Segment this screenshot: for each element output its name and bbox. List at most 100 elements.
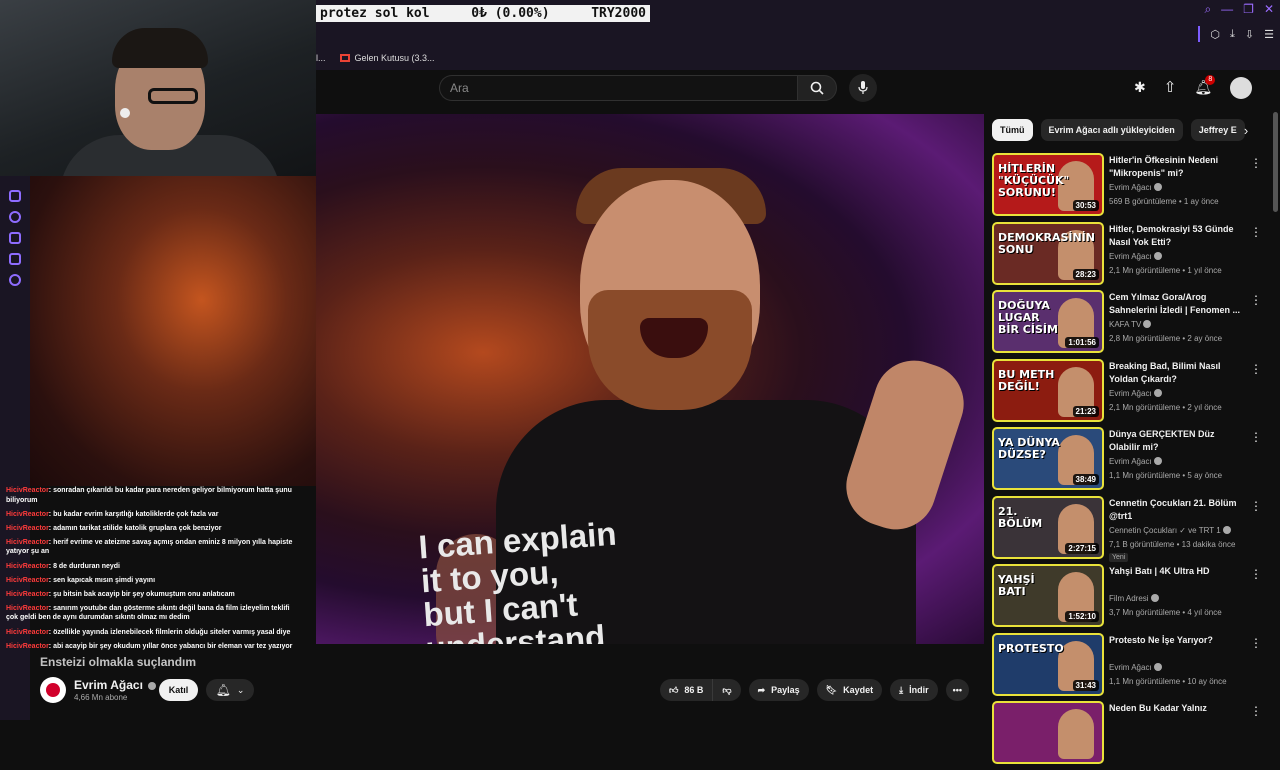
- channel-name[interactable]: Film Adresi: [1109, 594, 1159, 603]
- notifications-button[interactable]: 🔔︎ 8: [1194, 74, 1216, 96]
- video-thumbnail[interactable]: PROTESTO 31:43: [992, 632, 1104, 696]
- video-title[interactable]: Yahşi Batı | 4K Ultra HD: [1109, 565, 1241, 578]
- thumbnail-text: DEMOKRASİNİN SONU: [998, 230, 1095, 256]
- more-vertical-icon[interactable]: ⋮: [1250, 636, 1262, 650]
- filter-chip[interactable]: Jeffrey E: [1190, 119, 1245, 141]
- chat-username[interactable]: HicivReactor: [6, 487, 49, 494]
- grid-icon[interactable]: [9, 190, 21, 202]
- video-thumbnail[interactable]: 21. BÖLÜM 2:27:15: [992, 495, 1104, 559]
- video-title[interactable]: Hitler, Demokrasiyi 53 Günde Nasıl Yok E…: [1109, 223, 1241, 249]
- more-vertical-icon[interactable]: ⋮: [1250, 567, 1262, 581]
- search-icon[interactable]: ⌕: [1204, 2, 1211, 17]
- minimize-icon[interactable]: —: [1221, 2, 1233, 17]
- recommendation-item[interactable]: DEMOKRASİNİN SONU 28:23 Hitler, Demokrasiy…: [992, 221, 1264, 291]
- clock-icon[interactable]: [9, 211, 21, 223]
- video-thumbnail[interactable]: YAHŞİ BATI 1:52:10: [992, 564, 1104, 627]
- subscribe-bell-button[interactable]: 🔔︎ ⌄: [206, 679, 254, 701]
- downloads-icon[interactable]: ⇩: [1245, 28, 1254, 41]
- chat-username[interactable]: HicivReactor: [6, 605, 49, 612]
- dislike-button[interactable]: 👎︎: [712, 679, 741, 701]
- download-icon[interactable]: ⤓: [1230, 28, 1235, 41]
- recommendation-item[interactable]: PROTESTO 31:43 Protesto Ne İşe Yarıyor? Evr…: [992, 632, 1264, 702]
- chat-username[interactable]: HicivReactor: [6, 591, 49, 598]
- video-thumbnail[interactable]: [992, 701, 1104, 764]
- channel-name[interactable]: Evrim Ağacı: [74, 678, 157, 692]
- chat-username[interactable]: HicivReactor: [6, 577, 49, 584]
- puzzle-icon[interactable]: [9, 253, 21, 265]
- like-button[interactable]: 👍︎ 86 B: [660, 679, 713, 701]
- channel-name[interactable]: Evrim Ağacı: [1109, 251, 1162, 261]
- video-thumbnail[interactable]: BU METH DEĞİL! 21:23: [992, 358, 1104, 422]
- user-avatar[interactable]: [1230, 77, 1252, 99]
- upload-icon[interactable]: ⇧: [1164, 78, 1177, 96]
- save-button[interactable]: 🔖︎ Kaydet: [816, 679, 883, 701]
- video-title[interactable]: Protesto Ne İşe Yarıyor?: [1109, 634, 1241, 647]
- filter-chip[interactable]: Evrim Ağacı adlı yükleyiciden: [1040, 119, 1183, 141]
- restore-icon[interactable]: ❐: [1243, 2, 1254, 17]
- share-label: Paylaş: [771, 685, 800, 695]
- recommendation-item[interactable]: BU METH DEĞİL! 21:23 Breaking Bad, Bilimi …: [992, 358, 1264, 428]
- channel-name[interactable]: Evrim Ağacı: [1109, 662, 1162, 672]
- video-thumbnail[interactable]: DEMOKRASİNİN SONU 28:23: [992, 221, 1104, 285]
- more-vertical-icon[interactable]: ⋮: [1250, 430, 1262, 444]
- extension-icon[interactable]: ✱: [1134, 79, 1146, 96]
- channel-name[interactable]: Evrim Ağacı: [1109, 388, 1162, 398]
- gear-icon[interactable]: [9, 274, 21, 286]
- chat-username[interactable]: HicivReactor: [6, 643, 49, 650]
- more-vertical-icon[interactable]: ⋮: [1250, 156, 1262, 170]
- chat-username[interactable]: HicivReactor: [6, 629, 49, 636]
- recommendation-item[interactable]: DOĞUYA LUGAR BİR CİSİM 1:01:56 Cem Yılmaz …: [992, 290, 1264, 359]
- video-title[interactable]: Dünya GERÇEKTEN Düz Olabilir mi?: [1109, 428, 1241, 454]
- share-button[interactable]: ➦ Paylaş: [748, 679, 809, 701]
- search-input[interactable]: Ara: [439, 75, 797, 101]
- filter-chip[interactable]: Tümü: [992, 119, 1033, 141]
- more-actions-button[interactable]: •••: [945, 679, 970, 701]
- channel-avatar[interactable]: [40, 677, 66, 703]
- bookmark-gmail[interactable]: Gelen Kutusu (3.3...: [339, 53, 435, 63]
- video-player[interactable]: I can explain it to you, but I can't und…: [316, 114, 984, 644]
- video-title[interactable]: Neden Bu Kadar Yalnız: [1109, 702, 1241, 715]
- channel-name[interactable]: Evrim Ağacı: [1109, 457, 1162, 466]
- more-vertical-icon[interactable]: ⋮: [1250, 704, 1262, 718]
- live-chat-overlay: HicivReactor: sonradan çıkarıldı bu kada…: [6, 486, 298, 656]
- recommendation-item[interactable]: 21. BÖLÜM 2:27:15 Cennetin Çocukları 21. B…: [992, 495, 1264, 565]
- menu-icon[interactable]: ☰: [1264, 28, 1274, 41]
- chat-username[interactable]: HicivReactor: [6, 539, 49, 546]
- channel-name[interactable]: Cennetin Çocukları ✓ ve TRT 1: [1109, 525, 1231, 535]
- join-button[interactable]: Katıl: [159, 679, 198, 701]
- chat-username[interactable]: HicivReactor: [6, 525, 49, 532]
- chevron-right-icon[interactable]: ›: [1238, 122, 1254, 138]
- channel-name[interactable]: Evrim Ağacı: [1109, 183, 1162, 192]
- video-meta: 569 B görüntüleme • 1 ay önce: [1109, 197, 1219, 206]
- video-meta: 2,1 Mn görüntüleme • 1 yıl önce: [1109, 265, 1222, 275]
- recommendation-item[interactable]: Neden Bu Kadar Yalnız ⋮: [992, 701, 1264, 770]
- video-thumbnail[interactable]: HİTLERİN "KÜÇÜCÜK" SORUNU! 30:53: [992, 153, 1104, 216]
- recommendation-item[interactable]: YAHŞİ BATI 1:52:10 Yahşi Batı | 4K Ultra H…: [992, 564, 1264, 633]
- webcam-glasses: [148, 88, 198, 104]
- more-vertical-icon[interactable]: ⋮: [1250, 225, 1262, 239]
- video-title[interactable]: Breaking Bad, Bilimi Nasıl Yoldan Çıkard…: [1109, 360, 1241, 386]
- close-icon[interactable]: ✕: [1264, 2, 1274, 17]
- download-button[interactable]: ⤓ İndir: [890, 679, 938, 701]
- more-vertical-icon[interactable]: ⋮: [1250, 362, 1262, 376]
- search-button[interactable]: [797, 75, 837, 101]
- more-vertical-icon[interactable]: ⋮: [1250, 293, 1262, 307]
- bookmark-partial[interactable]: l...: [316, 53, 326, 63]
- donation-ticker: protez sol kol 0₺ (0.00%) TRY2000: [316, 5, 650, 22]
- video-title[interactable]: Cennetin Çocukları 21. Bölüm @trt1: [1109, 497, 1241, 523]
- channel-name[interactable]: KAFA TV: [1109, 320, 1152, 329]
- extensions-icon[interactable]: ⬡: [1210, 28, 1220, 41]
- bookmarks-bar: l... Gelen Kutusu (3.3...: [316, 46, 1280, 70]
- chat-username[interactable]: HicivReactor: [6, 563, 49, 570]
- download-icon[interactable]: [9, 232, 21, 244]
- video-thumbnail[interactable]: DOĞUYA LUGAR BİR CİSİM 1:01:56: [992, 290, 1104, 353]
- video-title[interactable]: Hitler'in Öfkesinin Nedeni "Mikropenis" …: [1109, 154, 1241, 180]
- video-thumbnail[interactable]: YA DÜNYA DÜZSE? 38:49: [992, 427, 1104, 490]
- more-vertical-icon[interactable]: ⋮: [1250, 499, 1262, 513]
- scrollbar[interactable]: [1273, 112, 1278, 212]
- recommendation-item[interactable]: YA DÜNYA DÜZSE? 38:49 Dünya GERÇEKTEN Düz …: [992, 427, 1264, 496]
- chat-username[interactable]: HicivReactor: [6, 511, 49, 518]
- recommendation-item[interactable]: HİTLERİN "KÜÇÜCÜK" SORUNU! 30:53 Hitler'in…: [992, 153, 1264, 222]
- video-title[interactable]: Cem Yılmaz Gora/Arog Sahnelerini İzledi …: [1109, 291, 1241, 317]
- voice-search-button[interactable]: [849, 74, 877, 102]
